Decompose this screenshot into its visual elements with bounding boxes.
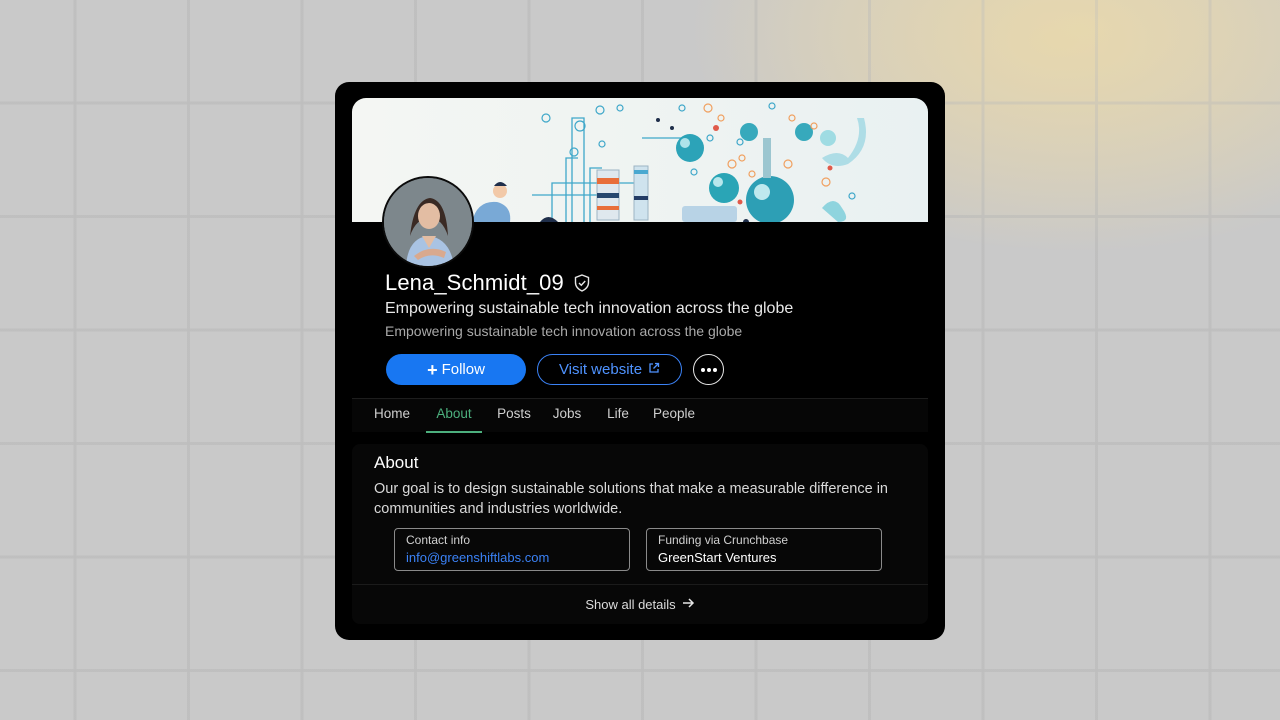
- about-title: About: [374, 453, 419, 472]
- tab-jobs[interactable]: Jobs: [546, 399, 588, 433]
- more-horizontal-icon: [700, 367, 705, 372]
- tab-posts[interactable]: Posts: [490, 399, 538, 433]
- follow-label: Follow: [441, 361, 485, 378]
- tab-people[interactable]: People: [646, 399, 702, 433]
- follow-button[interactable]: + Follow: [386, 354, 526, 385]
- arrow-right-icon: [682, 597, 695, 612]
- external-link-icon: [648, 361, 660, 378]
- profile-name: Lena_Schmidt_09: [385, 270, 564, 295]
- plus-icon: +: [427, 359, 438, 380]
- tab-about[interactable]: About: [426, 399, 482, 433]
- contact-info-label: Contact info: [406, 533, 471, 547]
- about-section: About Our goal is to design sustainable …: [352, 444, 928, 624]
- about-description: Our goal is to design sustainable soluti…: [374, 481, 888, 517]
- visit-website-button[interactable]: Visit website: [537, 354, 682, 385]
- visit-website-label: Visit website: [558, 361, 643, 378]
- profile-subheadline: Empowering sustainable tech innovation a…: [385, 323, 743, 339]
- funding-value: GreenStart Ventures: [658, 550, 777, 565]
- funding-label: Funding via Crunchbase: [658, 533, 789, 547]
- more-options-button[interactable]: [693, 354, 724, 385]
- profile-headline: Empowering sustainable tech innovation a…: [385, 300, 794, 317]
- avatar[interactable]: [382, 176, 474, 268]
- funding-card: Funding via Crunchbase GreenStart Ventur…: [646, 528, 882, 571]
- profile-name-row: Lena_Schmidt_09: [385, 270, 592, 296]
- show-all-details-button[interactable]: Show all details: [352, 584, 928, 624]
- profile-card: Lena_Schmidt_09 Empowering sustainable t…: [335, 82, 945, 640]
- tab-home[interactable]: Home: [366, 399, 418, 433]
- show-all-details-label: Show all details: [585, 597, 676, 612]
- tab-life[interactable]: Life: [600, 399, 636, 433]
- profile-tabs: Home About Posts Jobs Life People: [352, 398, 928, 433]
- contact-email-link[interactable]: info@greenshiftlabs.com: [406, 548, 618, 567]
- contact-info-card: Contact info info@greenshiftlabs.com: [394, 528, 630, 571]
- verified-shield-icon: [572, 273, 592, 293]
